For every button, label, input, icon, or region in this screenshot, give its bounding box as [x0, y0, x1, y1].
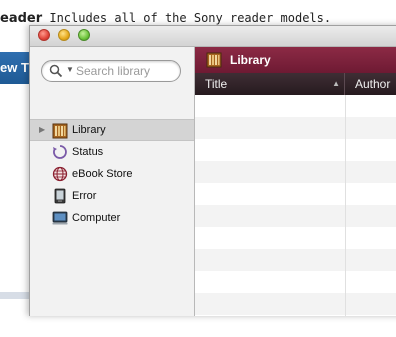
table-row[interactable]: [195, 205, 396, 227]
sidebar: ▼ ▶ Library Status: [30, 47, 195, 316]
main-content: Library Title ▲ Author: [195, 47, 396, 316]
library-title: Library: [230, 53, 271, 67]
table-row[interactable]: [195, 315, 396, 337]
globe-icon: [52, 166, 68, 182]
search-options-caret-icon[interactable]: ▼: [66, 65, 74, 74]
sidebar-item-label: eBook Store: [72, 168, 133, 180]
search-input[interactable]: [76, 62, 176, 80]
library-icon: [52, 123, 68, 139]
sidebar-item-label: Error: [72, 190, 97, 202]
library-window: ▼ ▶ Library Status: [29, 25, 396, 316]
table-row[interactable]: [195, 117, 396, 139]
device-icon: [54, 188, 66, 204]
column-headers: Title ▲ Author: [195, 73, 396, 95]
table-row[interactable]: [195, 293, 396, 315]
table-row[interactable]: [195, 95, 396, 117]
sidebar-item-label: Computer: [72, 212, 121, 224]
column-header-author[interactable]: Author: [345, 73, 396, 95]
table-row[interactable]: [195, 161, 396, 183]
background-heading-text: Includes all of the Sony reader models.: [42, 11, 332, 25]
sidebar-item-computer[interactable]: Computer: [30, 207, 194, 229]
status-icon: [53, 145, 67, 159]
table-row[interactable]: [195, 227, 396, 249]
library-header: Library: [195, 47, 396, 73]
sort-ascending-icon: ▲: [332, 79, 340, 88]
window-titlebar[interactable]: [30, 26, 396, 47]
zoom-window-button[interactable]: [78, 29, 90, 41]
sidebar-item-error[interactable]: Error: [30, 185, 194, 207]
column-header-title-label: Title: [205, 77, 228, 91]
table-row[interactable]: [195, 271, 396, 293]
background-heading: eader Includes all of the Sony reader mo…: [0, 11, 331, 26]
search-icon[interactable]: [49, 64, 63, 78]
sidebar-item-label: Status: [72, 146, 104, 158]
computer-icon: [52, 211, 68, 225]
sidebar-item-status[interactable]: Status: [30, 141, 194, 163]
column-header-author-label: Author: [355, 77, 391, 91]
column-divider: [345, 95, 346, 316]
background-footer-strip: [0, 292, 30, 299]
minimize-window-button[interactable]: [58, 29, 70, 41]
sidebar-item-ebook-store[interactable]: eBook Store: [30, 163, 194, 185]
sidebar-item-label: Library: [72, 124, 106, 136]
disclosure-triangle-icon[interactable]: ▶: [39, 120, 45, 140]
background-tab[interactable]: ew T: [0, 52, 30, 84]
table-row[interactable]: [195, 139, 396, 161]
search-field[interactable]: ▼: [41, 60, 181, 82]
library-icon: [206, 52, 222, 68]
background-heading-bold: eader: [0, 11, 43, 26]
close-window-button[interactable]: [38, 29, 50, 41]
sidebar-item-library[interactable]: ▶ Library: [30, 119, 194, 141]
table-row[interactable]: [195, 183, 396, 205]
table-row[interactable]: [195, 249, 396, 271]
column-header-title[interactable]: Title ▲: [195, 73, 345, 95]
book-list[interactable]: [195, 95, 396, 316]
